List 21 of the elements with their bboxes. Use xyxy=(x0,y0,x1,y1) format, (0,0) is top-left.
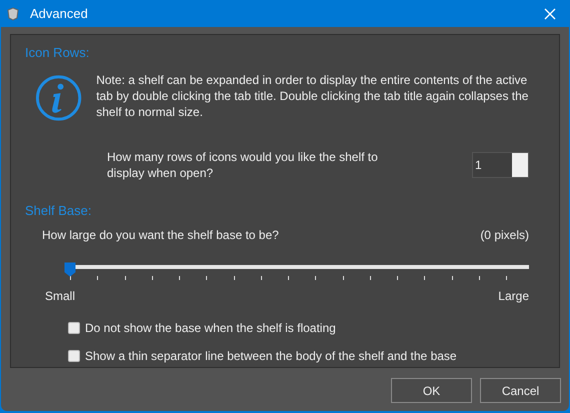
dialog-button[interactable]: OK xyxy=(391,378,472,403)
app-icon xyxy=(6,6,20,20)
window-title: Advanced xyxy=(30,4,88,23)
min-label: Small xyxy=(45,288,76,305)
slider-thumb[interactable] xyxy=(64,262,76,277)
checkbox-label: Show a thin separator line between the body of the shelf and the base xyxy=(85,348,457,365)
base-size-question: How large do you want the shelf base to be? xyxy=(42,227,279,244)
dialog-button[interactable]: Cancel xyxy=(480,378,561,403)
note-text: Note: a shelf can be expanded in order to display the entire contents of the active tab by double clicking the tab title. Double clicking the tab title again collapses the shelf to normal size. xyxy=(96,72,529,120)
rows-spinbox[interactable]: 1 xyxy=(472,152,529,178)
section-heading: Shelf Base: xyxy=(25,202,92,220)
checkbox-label: Do not show the base when the shelf is floating xyxy=(85,320,336,337)
section-heading: Icon Rows: xyxy=(25,44,90,62)
info-icon xyxy=(35,74,82,122)
close-icon[interactable] xyxy=(544,8,556,20)
size-slider[interactable] xyxy=(64,262,529,282)
size-reading: (0 pixels) xyxy=(480,227,529,244)
rows-question: How many rows of icons would you like the shelf to display when open? xyxy=(107,148,379,180)
checkbox[interactable] xyxy=(68,350,80,362)
max-label: Large xyxy=(498,288,529,305)
checkbox[interactable] xyxy=(68,322,80,334)
